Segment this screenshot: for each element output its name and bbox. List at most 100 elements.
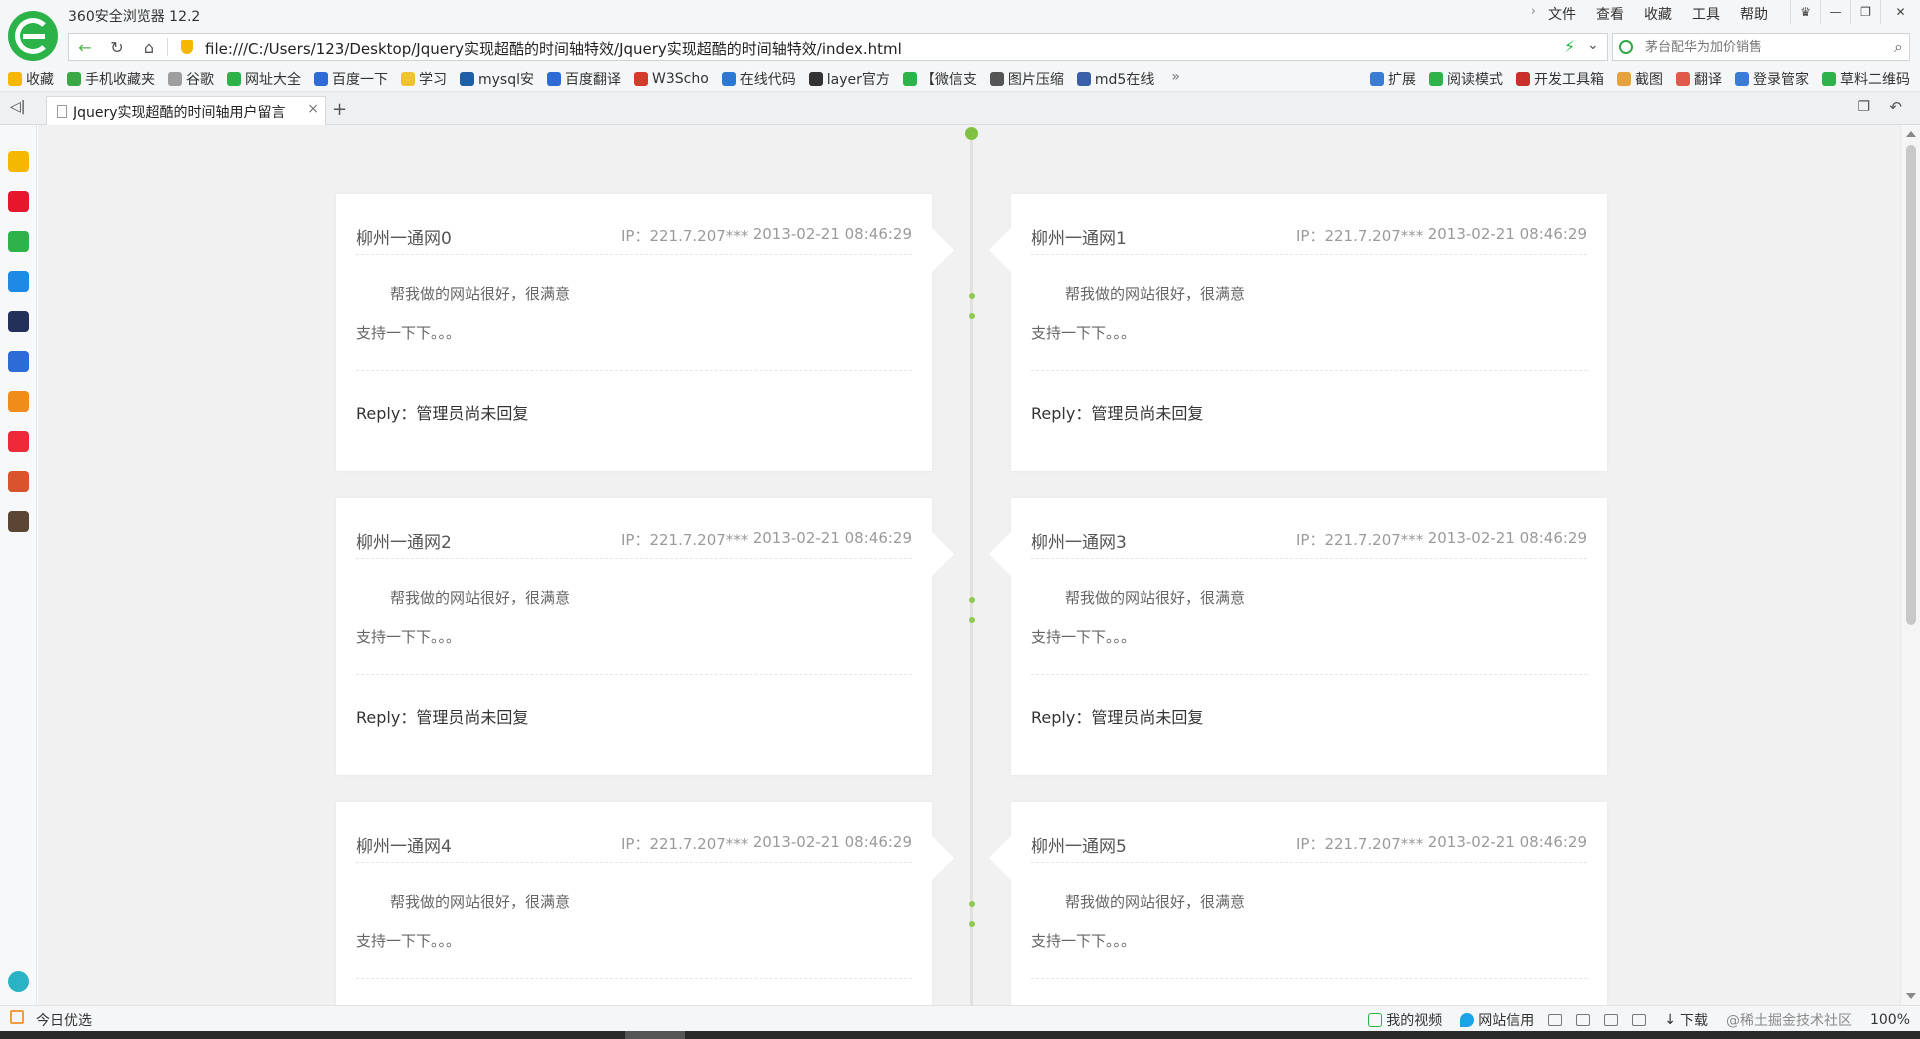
- bookmark-item-13[interactable]: md5在线: [1076, 69, 1154, 89]
- app-title: 360安全浏览器 12.2: [68, 9, 201, 25]
- navigation-bar: ← ↻ ⌂ file:///C:/Users/123/Desktop/Jquer…: [0, 30, 1920, 64]
- more-bookmarks-icon[interactable]: »: [1171, 69, 1180, 89]
- menu-file[interactable]: 文件: [1548, 4, 1576, 24]
- restore-icon[interactable]: ❐: [1850, 0, 1880, 24]
- toolbar-item-2[interactable]: 开发工具箱: [1516, 69, 1604, 89]
- speed-mode-icon[interactable]: ⚡: [1564, 37, 1575, 56]
- search-icon[interactable]: ⌕: [1894, 37, 1903, 57]
- tab-close-icon[interactable]: ×: [307, 101, 319, 117]
- refresh-status-icon[interactable]: [1604, 1014, 1619, 1026]
- menu-view[interactable]: 查看: [1596, 4, 1624, 24]
- menu-help[interactable]: 帮助: [1740, 4, 1768, 24]
- news-app-icon[interactable]: [8, 311, 29, 332]
- weibo-icon[interactable]: [8, 191, 29, 212]
- star-icon[interactable]: [8, 151, 29, 172]
- divider: [356, 978, 912, 979]
- doc-app-icon[interactable]: [8, 351, 29, 372]
- scroll-down-icon[interactable]: [1906, 993, 1916, 999]
- home-icon[interactable]: ⌂: [133, 34, 165, 60]
- search-input[interactable]: [1645, 37, 1875, 57]
- url-dropdown-icon[interactable]: ⌄: [1587, 37, 1599, 53]
- search-engine-icon[interactable]: [1619, 40, 1633, 54]
- today-picks-link[interactable]: 今日优选: [36, 1010, 92, 1030]
- phone-icon: [67, 72, 81, 86]
- folder-icon: [401, 72, 415, 86]
- status-my-video[interactable]: 我的视频: [1368, 1010, 1442, 1030]
- back-icon[interactable]: ←: [69, 34, 101, 60]
- divider: [1031, 978, 1587, 979]
- message-ip: IP：221.7.207***: [621, 227, 749, 245]
- toolbar-item-0[interactable]: 扩展: [1370, 69, 1416, 89]
- collapse-sidebar-icon[interactable]: ◁|: [10, 99, 25, 115]
- mail-icon[interactable]: [8, 231, 29, 252]
- toolbar-item-5[interactable]: 登录管家: [1735, 69, 1809, 89]
- add-app-icon[interactable]: [8, 971, 29, 992]
- timeline-start-dot: [965, 127, 978, 140]
- toolbar-item-3[interactable]: 截图: [1617, 69, 1663, 89]
- game-app-icon[interactable]: [8, 471, 29, 492]
- taskbar-active-item[interactable]: [625, 1031, 685, 1039]
- bookmark-label: 学习: [419, 72, 447, 88]
- puzzle-icon: [1370, 72, 1384, 86]
- scroll-thumb[interactable]: [1906, 145, 1916, 625]
- tab-list-icon[interactable]: ❐: [1857, 99, 1870, 115]
- page-icon: [168, 72, 182, 86]
- reload-icon[interactable]: ↻: [101, 34, 133, 60]
- menu-chevron-icon[interactable]: ›: [1531, 4, 1536, 24]
- scroll-up-icon[interactable]: [1906, 131, 1916, 137]
- novel-app-icon[interactable]: [8, 391, 29, 412]
- message-ip: IP：221.7.207***: [621, 835, 749, 853]
- toolbar-item-6[interactable]: 草料二维码: [1822, 69, 1910, 89]
- shop-app-icon[interactable]: [8, 431, 29, 452]
- divider: [167, 38, 168, 56]
- new-tab-button[interactable]: +: [332, 99, 347, 120]
- bookmark-item-7[interactable]: 百度翻译: [547, 69, 621, 89]
- message-ip: IP：221.7.207***: [1296, 531, 1424, 549]
- menu-favorites[interactable]: 收藏: [1644, 4, 1672, 24]
- image-status-icon[interactable]: [1576, 1014, 1591, 1026]
- bookmark-label: 谷歌: [186, 72, 214, 88]
- p-app-icon[interactable]: [8, 271, 29, 292]
- tab-active[interactable]: Jquery实现超酷的时间轴用户留言 ×: [46, 96, 326, 125]
- shield-status-icon[interactable]: [1548, 1014, 1563, 1026]
- bookmark-item-5[interactable]: 学习: [401, 69, 447, 89]
- message-text: 帮我做的网站很好，很满意: [390, 285, 571, 303]
- toolbar-item-4[interactable]: 翻译: [1676, 69, 1722, 89]
- message-reply: Reply：管理员尚未回复: [356, 708, 529, 727]
- bookmark-item-4[interactable]: 百度一下: [314, 69, 388, 89]
- pin-status-icon[interactable]: [1632, 1014, 1647, 1026]
- bookmark-item-1[interactable]: 手机收藏夹: [67, 69, 155, 89]
- watermark: @稀土掘金技术社区: [1725, 1013, 1852, 1029]
- bookmark-item-8[interactable]: W3Scho: [634, 69, 709, 89]
- browser-logo-icon[interactable]: [8, 11, 58, 61]
- url-input[interactable]: file:///C:/Users/123/Desktop/Jquery实现超酷的…: [205, 38, 902, 59]
- minimize-icon[interactable]: —: [1820, 0, 1850, 24]
- bookmark-item-2[interactable]: 谷歌: [168, 69, 214, 89]
- message-text: 帮我做的网站很好，很满意: [390, 589, 571, 607]
- skin-icon[interactable]: ♛: [1790, 0, 1820, 24]
- os-taskbar: [0, 1031, 1920, 1039]
- message-reply: Reply：管理员尚未回复: [356, 404, 529, 423]
- security-shield-icon[interactable]: [181, 40, 193, 54]
- status-download[interactable]: ↓ 下载: [1664, 1010, 1708, 1030]
- bookmark-item-10[interactable]: layer官方: [808, 69, 890, 89]
- bookmark-label: 截图: [1635, 72, 1663, 88]
- bookmark-item-6[interactable]: mysql安: [460, 69, 534, 89]
- message-text: 帮我做的网站很好，很满意: [1065, 589, 1246, 607]
- menu-tools[interactable]: 工具: [1692, 4, 1720, 24]
- status-site-credit[interactable]: 网站信用: [1460, 1010, 1534, 1030]
- bookmark-item-11[interactable]: 【微信支: [902, 69, 977, 89]
- toolbar-item-1[interactable]: 阅读模式: [1429, 69, 1503, 89]
- window-controls: ♛ — ❐ ✕: [1790, 0, 1920, 24]
- bookmark-item-0[interactable]: 收藏: [8, 69, 54, 89]
- bookmark-item-3[interactable]: 网址大全: [227, 69, 301, 89]
- close-window-icon[interactable]: ✕: [1880, 0, 1920, 24]
- vertical-scrollbar[interactable]: [1900, 125, 1920, 1005]
- gift-icon[interactable]: [10, 1010, 24, 1024]
- zoom-level[interactable]: 100%: [1870, 1012, 1910, 1028]
- game2-app-icon[interactable]: [8, 511, 29, 532]
- bookmark-item-12[interactable]: 图片压缩: [989, 69, 1064, 89]
- undo-close-icon[interactable]: ↶: [1889, 98, 1902, 116]
- divider: [356, 558, 912, 559]
- bookmark-item-9[interactable]: 在线代码: [721, 69, 796, 89]
